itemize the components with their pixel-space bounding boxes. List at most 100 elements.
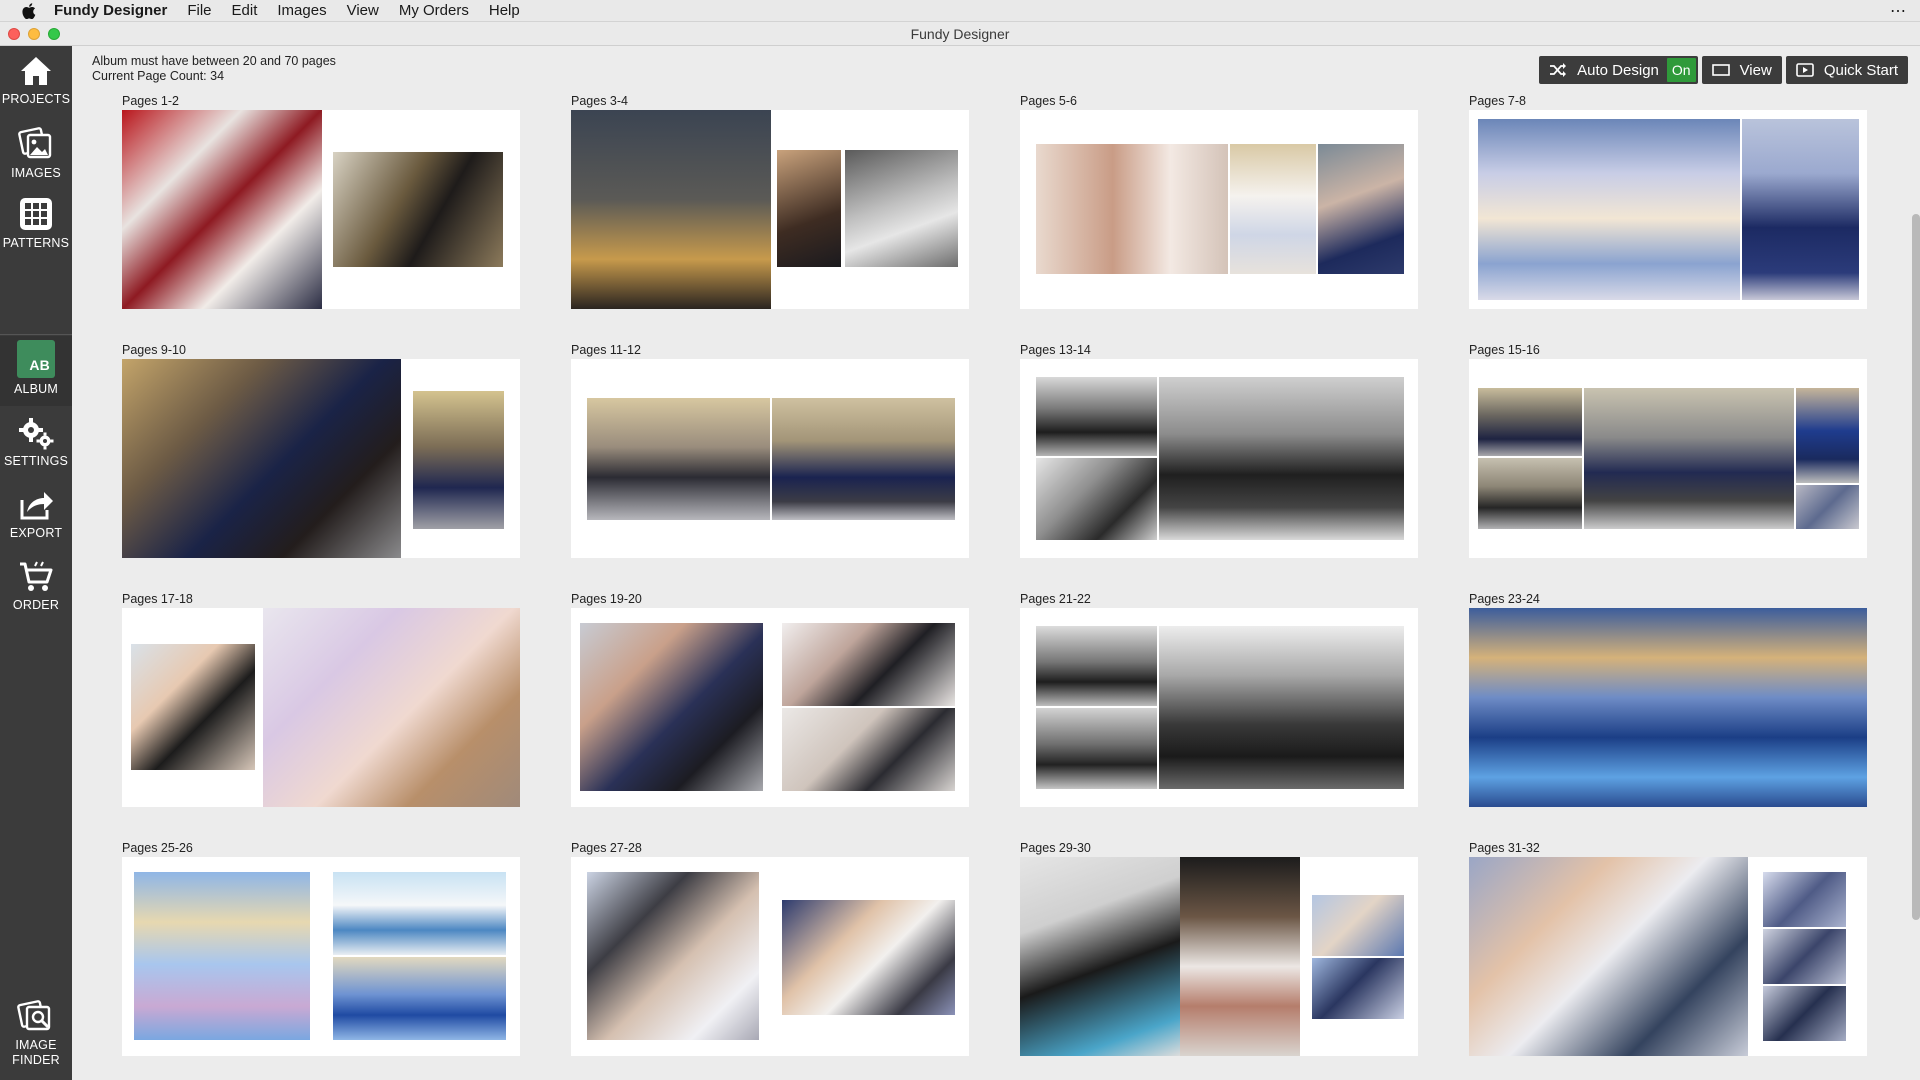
photo-extended-family[interactable] xyxy=(1584,388,1794,529)
quick-start-button[interactable]: Quick Start xyxy=(1785,56,1908,84)
spread-pages-13-14[interactable] xyxy=(1020,359,1418,558)
view-rectangle-icon xyxy=(1711,64,1730,76)
menu-view[interactable]: View xyxy=(347,2,379,19)
spread-pages-27-28[interactable] xyxy=(571,857,969,1056)
menu-file[interactable]: File xyxy=(187,2,211,19)
spread-pages-31-32[interactable] xyxy=(1469,857,1867,1056)
sidebar-item-projects[interactable]: PROJECTS xyxy=(0,54,72,106)
photo-sign-in-board[interactable] xyxy=(1180,857,1300,1056)
photo-makeup[interactable] xyxy=(1036,144,1228,274)
apple-icon[interactable] xyxy=(22,2,36,19)
sidebar-item-images[interactable]: IMAGES xyxy=(0,126,72,180)
auto-design-state-badge[interactable]: On xyxy=(1666,58,1696,82)
sidebar-item-patterns[interactable]: PATTERNS xyxy=(0,196,72,250)
spread-pages-23-24[interactable] xyxy=(1469,608,1867,807)
photo-hugging-guests[interactable] xyxy=(782,900,955,1015)
photo-dance-small-2[interactable] xyxy=(1763,929,1846,984)
photo-girls-dancing[interactable] xyxy=(1469,857,1748,1056)
photo-dance-small-1[interactable] xyxy=(1763,872,1846,927)
photo-bw-speech[interactable] xyxy=(1036,708,1157,789)
photo-group-small-1[interactable] xyxy=(1478,388,1582,456)
sidebar-item-settings[interactable]: SETTINGS xyxy=(0,416,72,468)
patterns-grid-icon xyxy=(20,198,52,230)
quick-start-label: Quick Start xyxy=(1823,61,1898,79)
spread-pages-21-22[interactable] xyxy=(1020,608,1418,807)
spread-label: Pages 27-28 xyxy=(571,841,642,855)
sidebar-item-image-finder[interactable]: IMAGE FINDER xyxy=(0,998,72,1068)
close-window-button[interactable] xyxy=(8,28,20,40)
photo-guests-small[interactable] xyxy=(1312,895,1404,956)
spread-label: Pages 15-16 xyxy=(1469,343,1540,357)
photo-family-three[interactable] xyxy=(122,359,401,558)
photo-girls-posing[interactable] xyxy=(1020,857,1180,1056)
window-title-bar: Fundy Designer xyxy=(0,22,1920,46)
spread-pages-7-8[interactable] xyxy=(1469,110,1867,309)
spread-pages-17-18[interactable] xyxy=(122,608,520,807)
photo-candle-lighting[interactable] xyxy=(782,708,955,791)
spread-pages-19-20[interactable] xyxy=(571,608,969,807)
minimize-window-button[interactable] xyxy=(28,28,40,40)
photo-group-small-2[interactable] xyxy=(1478,458,1582,529)
photo-dancing-crowd[interactable] xyxy=(587,872,759,1040)
photo-group-small-dance[interactable] xyxy=(1312,958,1404,1019)
photo-blue-dress-portrait[interactable] xyxy=(1796,388,1859,483)
menu-images[interactable]: Images xyxy=(277,2,326,19)
zoom-window-button[interactable] xyxy=(48,28,60,40)
vertical-scrollbar[interactable] xyxy=(1912,214,1920,920)
photo-sneakers[interactable] xyxy=(845,150,958,267)
photo-graffiti-portrait[interactable] xyxy=(122,110,322,309)
spread-pages-5-6[interactable] xyxy=(1020,110,1418,309)
album-workspace: Album must have between 20 and 70 pages … xyxy=(72,46,1920,1080)
spread-pages-25-26[interactable] xyxy=(122,857,520,1056)
photo-bw-candles[interactable] xyxy=(1036,626,1157,706)
sidebar-item-label: PATTERNS xyxy=(2,236,70,250)
photo-fence-portrait[interactable] xyxy=(571,110,771,309)
photo-elder-reading[interactable] xyxy=(580,623,763,791)
more-icon[interactable]: ⋯ xyxy=(1890,1,1906,21)
sidebar-item-order[interactable]: ORDER xyxy=(0,560,72,612)
photo-family-group-right[interactable] xyxy=(772,398,955,520)
menu-my-orders[interactable]: My Orders xyxy=(399,2,469,19)
spread-label: Pages 19-20 xyxy=(571,592,642,606)
photo-couple-small[interactable] xyxy=(1796,485,1859,529)
photo-blue-dress-seated[interactable] xyxy=(1318,144,1404,274)
photo-torah-reading[interactable] xyxy=(263,608,520,807)
spread-pages-9-10[interactable] xyxy=(122,359,520,558)
photo-blue-dress-standing[interactable] xyxy=(1742,119,1859,300)
spread-pages-3-4[interactable] xyxy=(571,110,969,309)
menu-help[interactable]: Help xyxy=(489,2,520,19)
photo-bw-audience[interactable] xyxy=(1159,626,1404,789)
photo-ballroom-wide[interactable] xyxy=(333,957,506,1040)
photo-woman-smiling[interactable] xyxy=(131,644,255,770)
photo-bw-hug[interactable] xyxy=(1036,458,1157,540)
sidebar-item-label: PROJECTS xyxy=(1,92,71,106)
photo-lounge[interactable] xyxy=(333,872,506,955)
menu-app-name[interactable]: Fundy Designer xyxy=(54,2,167,19)
menu-edit[interactable]: Edit xyxy=(232,2,258,19)
photo-siblings[interactable] xyxy=(413,391,504,529)
auto-design-button[interactable]: Auto Design On xyxy=(1539,56,1698,84)
photo-centerpieces[interactable] xyxy=(134,872,310,1040)
photo-reading-group[interactable] xyxy=(782,623,955,706)
spread-pages-1-2[interactable] xyxy=(122,110,520,309)
share-export-icon xyxy=(20,492,53,520)
sidebar-item-export[interactable]: EXPORT xyxy=(0,488,72,540)
spread-pages-29-30[interactable] xyxy=(1020,857,1418,1056)
album-badge: AB xyxy=(29,357,50,373)
photo-bw-group-small[interactable] xyxy=(1036,377,1157,456)
sidebar-item-album[interactable]: AB ALBUM xyxy=(0,336,72,406)
spread-label: Pages 21-22 xyxy=(1020,592,1091,606)
photo-blocks-portrait[interactable] xyxy=(333,152,503,267)
photo-ballroom-dancefloor[interactable] xyxy=(1469,608,1867,807)
photo-ballroom[interactable] xyxy=(1478,119,1740,300)
photo-dance-small-3[interactable] xyxy=(1763,986,1846,1041)
sidebar-item-label: IMAGES xyxy=(11,166,61,180)
view-button[interactable]: View xyxy=(1701,56,1782,84)
photo-jacket-portrait[interactable] xyxy=(777,150,841,267)
photo-bw-large-group[interactable] xyxy=(1159,377,1404,540)
photo-dress-hanging[interactable] xyxy=(1230,144,1316,274)
spread-label: Pages 13-14 xyxy=(1020,343,1091,357)
spread-pages-15-16[interactable] xyxy=(1469,359,1867,558)
photo-family-group-left[interactable] xyxy=(587,398,770,520)
spread-pages-11-12[interactable] xyxy=(571,359,969,558)
